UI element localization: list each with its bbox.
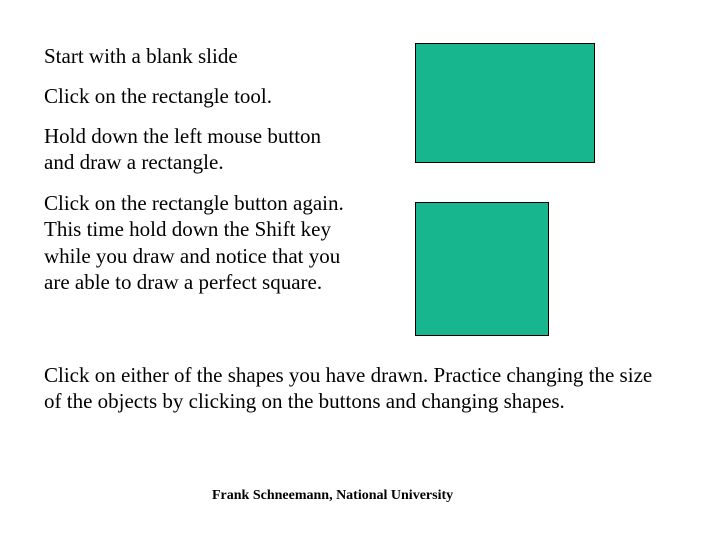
drawn-square <box>415 202 549 336</box>
instruction-3: Hold down the left mouse button and draw… <box>44 123 344 176</box>
instruction-4: Click on the rectangle button again. Thi… <box>44 190 364 295</box>
instruction-1: Start with a blank slide <box>44 43 394 69</box>
footer-credit: Frank Schneemann, National University <box>212 488 453 504</box>
instruction-5: Click on either of the shapes you have d… <box>44 362 654 415</box>
drawn-rectangle <box>415 43 595 163</box>
instruction-2: Click on the rectangle tool. <box>44 83 394 109</box>
slide: Start with a blank slide Click on the re… <box>0 0 720 540</box>
